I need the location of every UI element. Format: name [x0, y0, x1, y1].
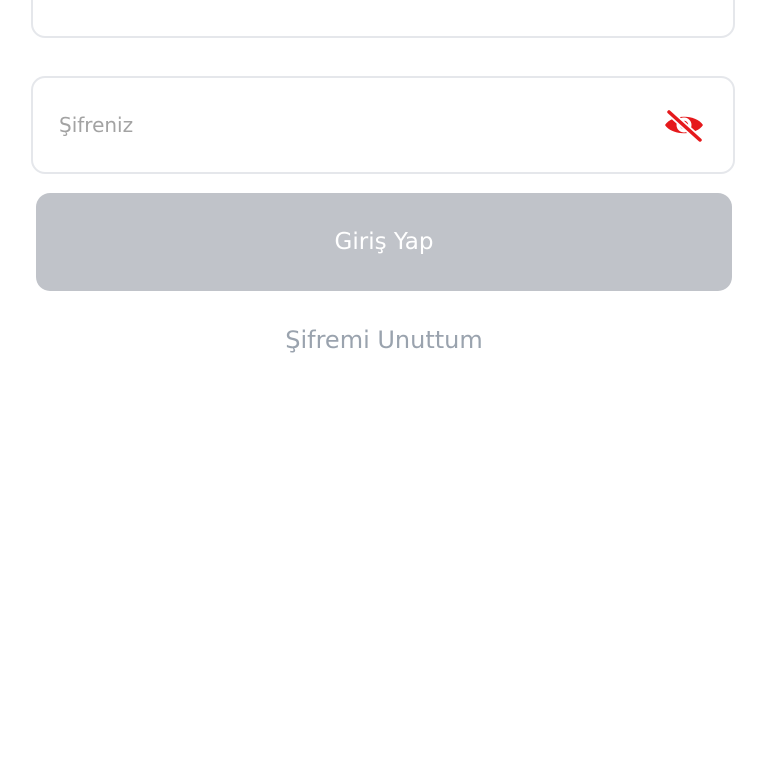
- login-screen: Giriş Yap Şifremi Unuttum: [0, 0, 768, 768]
- eye-slash-icon-graphic: [665, 109, 704, 143]
- previous-input-field[interactable]: [31, 0, 735, 76]
- previous-input[interactable]: [59, 0, 659, 76]
- password-input[interactable]: [59, 78, 659, 172]
- login-button[interactable]: Giriş Yap: [36, 193, 732, 291]
- forgot-password-link[interactable]: Şifremi Unuttum: [0, 326, 768, 354]
- password-field[interactable]: [31, 76, 735, 174]
- eye-slash-icon[interactable]: [663, 109, 705, 143]
